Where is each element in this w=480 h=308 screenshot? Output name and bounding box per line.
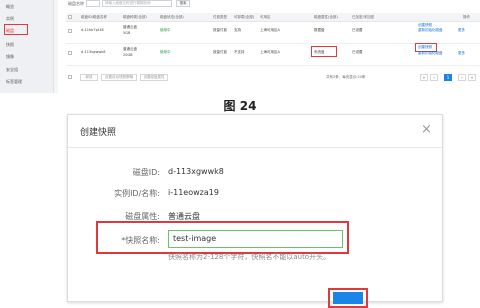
disk-size: 20GB — [123, 53, 133, 57]
table-row: d-113xgwwk8 普通云盘 20GB 使用中 按量付费 不支持 上海可用区… — [66, 43, 480, 66]
col-zone: 可用区 — [260, 15, 271, 19]
confirm-button-highlight — [328, 288, 368, 308]
detachable: 支持 — [234, 28, 241, 32]
dialog-title: 创建快照 — [80, 128, 117, 138]
row-checkbox[interactable] — [68, 29, 72, 33]
sidebar: 概览 实例 磁盘 快照 镜像 安全组 标签管理 — [0, 0, 54, 93]
create-snapshot-dialog: 创建快照 × 磁盘ID: d-113xgwwk8 实例ID/名称: i-11eo… — [67, 114, 443, 308]
reinit-disk-link[interactable]: 重新初始化磁盘 — [418, 28, 443, 33]
status-badge: 使用中 — [160, 28, 171, 32]
sidebar-item-tags[interactable]: 标签管理 — [6, 79, 22, 85]
sidebar-item-overview[interactable]: 概览 — [6, 4, 14, 10]
close-icon[interactable]: × — [421, 122, 432, 137]
search-label: 磁盘名称 — [68, 1, 84, 6]
sidebar-item-security-groups[interactable]: 安全组 — [6, 67, 18, 73]
snapshot-name-hint: 快照名称为2-128个字符，快照名不能以auto开头。 — [168, 253, 331, 261]
snapshot-name-highlight — [96, 221, 349, 254]
search-input[interactable]: 请输入磁盘名称进行模糊查询 — [102, 0, 172, 7]
system-disk-highlight — [311, 46, 337, 57]
reinit-disk-link[interactable]: 重新初始化磁盘 — [418, 51, 443, 56]
instance-id-label: 实例ID/名称: — [114, 189, 160, 198]
disk-size: 5GB — [123, 31, 131, 35]
detachable: 不支持 — [234, 50, 245, 54]
release-button[interactable]: 释放 — [80, 74, 98, 81]
instance-id-value: i-11eowza19 — [168, 188, 219, 197]
table-row: d-11hb7pt18 普通云盘 5GB 使用中 按量付费 支持 上海可用区A … — [66, 22, 480, 44]
console-screenshot: 概览 实例 磁盘 快照 镜像 安全组 标签管理 磁盘名称 请输入磁盘名称进行模糊… — [0, 0, 480, 93]
col-disk-attribute[interactable]: 磁盘属性(全部) — [314, 15, 338, 20]
disk-attribute: 数据盘 — [314, 28, 325, 32]
zone: 上海可用区A — [260, 28, 280, 32]
sidebar-item-images[interactable]: 镜像 — [6, 54, 14, 60]
billing-type: 按量付费 — [213, 28, 227, 32]
table-header: 磁盘ID/磁盘名称 磁盘种类(全部) 磁盘状态(全部) 付费类型 可卸载(全部)… — [66, 13, 480, 22]
first-page-button[interactable]: « — [420, 74, 428, 81]
col-disk-type[interactable]: 磁盘种类(全部) — [123, 15, 147, 20]
dialog-header: 创建快照 × — [68, 115, 442, 148]
search-field-select[interactable] — [86, 0, 100, 7]
billing-type: 按量付费 — [213, 50, 227, 54]
col-disk-id[interactable]: 磁盘ID/磁盘名称 — [81, 15, 107, 20]
pagination-summary: 共有2条，每页显示:20条 — [326, 75, 366, 79]
last-page-button[interactable]: » — [468, 74, 476, 81]
disk-type: 普通云盘 — [123, 25, 137, 29]
sidebar-item-snapshots[interactable]: 快照 — [6, 42, 14, 48]
figure-caption: 图 24 — [223, 99, 257, 113]
col-disk-status[interactable]: 磁盘状态(全部) — [160, 15, 184, 20]
disk-attribute-button[interactable]: 设置磁盘属性 — [140, 74, 168, 81]
disk-id: d-113xgwwk8 — [81, 50, 106, 54]
footer-select-all-checkbox[interactable] — [68, 75, 72, 79]
row-checkbox[interactable] — [68, 51, 72, 55]
col-encryption[interactable]: 已加密/未加密 — [352, 15, 374, 20]
col-actions: 操作 — [463, 15, 470, 19]
disk-id: d-11hb7pt18 — [81, 28, 104, 32]
sidebar-item-instances[interactable]: 实例 — [6, 16, 14, 22]
col-billing: 付费类型 — [213, 15, 227, 19]
col-detachable[interactable]: 可卸载(全部) — [234, 15, 254, 20]
disk-id-value: d-113xgwwk8 — [168, 167, 224, 176]
encryption: 已设置 — [352, 50, 363, 54]
more-link[interactable]: 更多 — [458, 28, 465, 33]
select-all-checkbox[interactable] — [68, 15, 72, 19]
auto-snapshot-policy-button[interactable]: 设置自动快照策略 — [101, 74, 137, 81]
disk-type: 普通云盘 — [123, 47, 137, 51]
next-page-button[interactable]: › — [458, 74, 466, 81]
more-link[interactable]: 更多 — [458, 51, 465, 56]
page-1-button[interactable]: 1 — [444, 74, 452, 81]
search-button[interactable]: 搜索 — [176, 0, 190, 7]
prev-page-button[interactable]: ‹ — [430, 74, 438, 81]
encryption: 已设置 — [352, 28, 363, 32]
status-badge: 使用中 — [160, 50, 171, 54]
zone: 上海可用区A — [260, 50, 280, 54]
disk-list-panel: 磁盘名称 请输入磁盘名称进行模糊查询 搜索 磁盘ID/磁盘名称 磁盘种类(全部)… — [58, 0, 480, 93]
sidebar-disks-highlight — [4, 24, 28, 35]
disk-id-label: 磁盘ID: — [132, 168, 160, 177]
